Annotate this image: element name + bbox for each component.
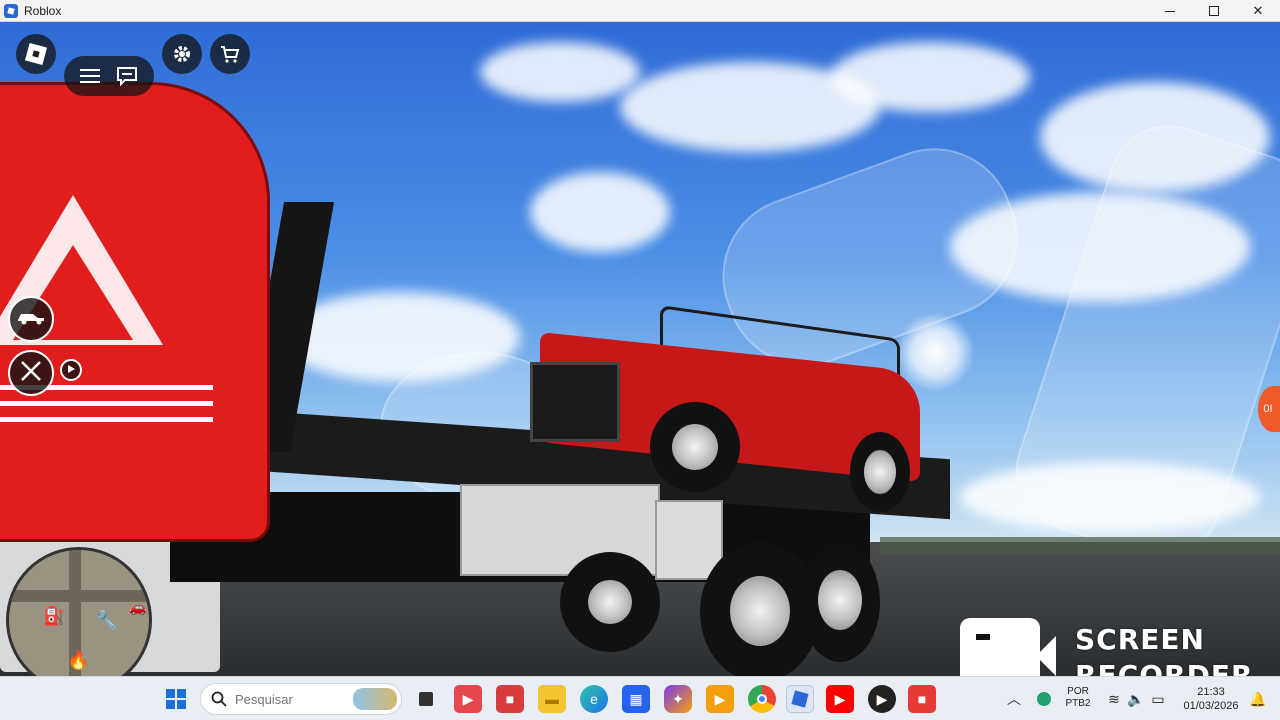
- red-app-2-icon: ■: [917, 691, 927, 707]
- truck-wheel: [560, 552, 660, 652]
- exit-vehicle-button[interactable]: [8, 350, 54, 396]
- taskbar-store[interactable]: ▦: [622, 685, 650, 713]
- pickup-wheel: [650, 402, 740, 492]
- media-player-icon: ▶: [876, 690, 888, 707]
- copilot-icon: ✦: [672, 690, 684, 707]
- fire-icon: 🔥: [67, 650, 90, 671]
- taskbar-edge[interactable]: e: [580, 685, 608, 713]
- speaker-icon: 🔈: [1127, 690, 1145, 707]
- notifications-button[interactable]: 🔔: [1244, 685, 1272, 713]
- folder-icon: ▬: [545, 691, 559, 707]
- search-input[interactable]: [235, 691, 345, 707]
- taskbar-youtube[interactable]: ▶: [826, 685, 854, 713]
- cart-icon: [220, 44, 240, 64]
- car-icon: [16, 309, 46, 330]
- edge-icon: e: [590, 691, 598, 707]
- tray-overflow-button[interactable]: ︿: [1000, 685, 1028, 713]
- roblox-logo-icon: [24, 42, 48, 66]
- media-app-icon: ▶: [462, 690, 474, 707]
- maximize-icon: [1209, 6, 1219, 16]
- wifi-icon: ≋: [1108, 690, 1120, 707]
- window-title-bar: Roblox ✕: [0, 0, 1280, 22]
- pickup-wheel: [850, 432, 910, 512]
- start-button[interactable]: [162, 685, 190, 713]
- shop-button[interactable]: [210, 34, 250, 74]
- red-app-icon: ■: [505, 691, 515, 707]
- edge-badge[interactable]: 0I: [1258, 386, 1280, 432]
- taskbar-roblox[interactable]: [786, 685, 814, 713]
- bell-icon: 🔔: [1249, 690, 1267, 707]
- taskbar-app-red[interactable]: ■: [496, 685, 524, 713]
- pickup-grille: [530, 362, 620, 442]
- player-icon: ▶: [714, 690, 726, 707]
- keyboard-layout: PTB2: [1065, 698, 1091, 709]
- search-icon: [211, 691, 227, 707]
- game-viewport[interactable]: ⛽ 🔧 🔥 🚗 0I SCREEN RECORDER: [0, 22, 1280, 676]
- horizon-grass: [880, 537, 1280, 555]
- cab-stripe: [0, 401, 213, 406]
- repair-icon: 🔧: [95, 610, 118, 631]
- screen-recorder-camera-icon: [960, 618, 1056, 676]
- minimize-button[interactable]: [1148, 0, 1192, 22]
- taskbar: ▶ ■ ▬ e ▦ ✦ ▶ ▶ ▶ ■ ︿ POR PTB2 ≋ 🔈 ▭ 21:…: [0, 676, 1280, 720]
- chat-icon[interactable]: [116, 66, 138, 86]
- search-highlight-image: [353, 688, 397, 710]
- pickup-truck: [520, 305, 920, 512]
- taskbar-chrome[interactable]: [748, 685, 776, 713]
- roblox-menu-button[interactable]: [16, 34, 56, 74]
- play-button[interactable]: [60, 359, 82, 381]
- chrome-icon: [757, 694, 767, 704]
- truck-wheel: [800, 542, 880, 662]
- windows-icon: [166, 689, 186, 709]
- clock-time: 21:33: [1197, 686, 1225, 698]
- youtube-icon: ▶: [834, 690, 846, 707]
- input-language[interactable]: POR PTB2: [1058, 686, 1098, 710]
- taskbar-search[interactable]: [200, 683, 402, 715]
- battery-icon: ▭: [1151, 690, 1165, 707]
- vehicle-icon: 🚗: [129, 600, 147, 616]
- gear-icon: [172, 44, 192, 64]
- taskbar-clock[interactable]: 21:33 01/03/2026: [1178, 685, 1244, 713]
- cloud: [830, 42, 1030, 112]
- task-view-icon: [419, 692, 433, 706]
- hamburger-menu-icon[interactable]: [80, 68, 100, 84]
- settings-button[interactable]: [162, 34, 202, 74]
- taskbar-app-media[interactable]: ▶: [454, 685, 482, 713]
- maximize-button[interactable]: [1192, 0, 1236, 22]
- taskbar-player[interactable]: ▶: [706, 685, 734, 713]
- taskbar-file-explorer[interactable]: ▬: [538, 685, 566, 713]
- menu-chat-pill: [64, 56, 154, 96]
- taskbar-app-red-2[interactable]: ■: [908, 685, 936, 713]
- window-title: Roblox: [24, 3, 62, 18]
- tray-security[interactable]: [1030, 685, 1058, 713]
- language-code: POR: [1067, 686, 1089, 697]
- taskbar-media-player[interactable]: ▶: [868, 685, 896, 713]
- cloud: [480, 42, 640, 102]
- taskbar-copilot[interactable]: ✦: [664, 685, 692, 713]
- close-icon: ✕: [1252, 3, 1264, 18]
- tray-battery[interactable]: ▭: [1144, 685, 1172, 713]
- close-button[interactable]: ✕: [1236, 0, 1280, 22]
- roblox-app-icon: [4, 3, 18, 18]
- roblox-icon: [791, 690, 809, 708]
- task-view-button[interactable]: [412, 685, 440, 713]
- chevron-up-icon: ︿: [1007, 691, 1021, 707]
- watermark-line-2: RECORDER: [1075, 659, 1254, 676]
- clock-date: 01/03/2026: [1183, 700, 1239, 712]
- fuel-icon: ⛽: [43, 606, 66, 627]
- cab-stripe: [0, 417, 213, 422]
- minimize-icon: [1165, 10, 1175, 12]
- play-icon: [66, 361, 76, 379]
- vehicle-button[interactable]: [8, 296, 54, 342]
- watermark-line-1: SCREEN: [1075, 623, 1205, 656]
- shield-icon: [1037, 692, 1051, 706]
- store-icon: ▦: [629, 690, 643, 707]
- close-icon: [19, 359, 43, 388]
- screen-recorder-watermark: SCREEN RECORDER: [1075, 622, 1254, 676]
- cloud: [530, 172, 670, 252]
